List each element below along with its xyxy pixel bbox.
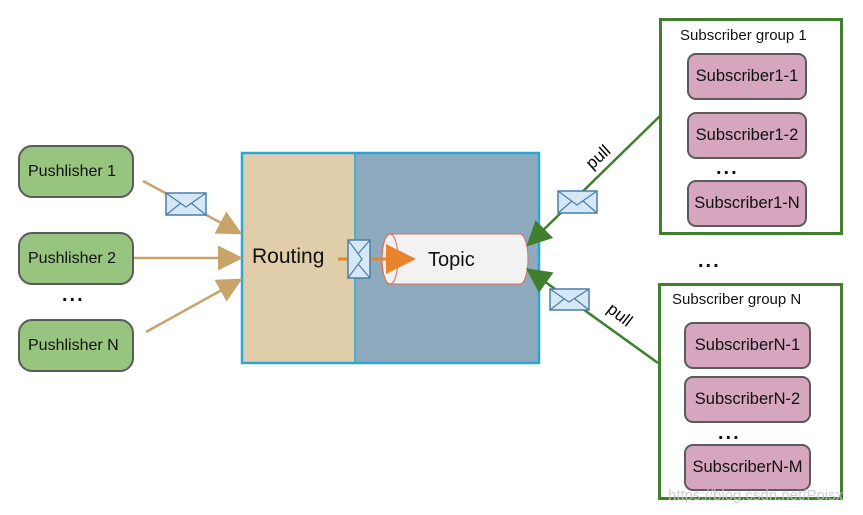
pull-label-1: pull	[582, 141, 614, 173]
subscriber-group-title: Subscriber group N	[672, 291, 802, 308]
routing-label: Routing	[252, 245, 325, 268]
publisher-1: Pushlisher 1	[18, 145, 134, 198]
watermark: https://blog.csdn.net/Poisx	[668, 487, 844, 504]
envelope-icon	[347, 239, 371, 279]
subscriber: SubscriberN-2	[684, 376, 811, 423]
publishers-ellipsis: ...	[62, 284, 85, 306]
subscriber: SubscriberN-1	[684, 322, 811, 369]
envelope-icon	[557, 190, 598, 214]
publisher-n: Pushlisher N	[18, 319, 134, 372]
pull-line-1	[526, 114, 662, 247]
pull-line-n	[525, 268, 659, 365]
subscriber-group-title: Subscriber group 1	[680, 27, 807, 44]
push-arrow-n	[145, 278, 243, 334]
topic-label: Topic	[428, 249, 475, 271]
diagram: pull pull Pushlisher 1 Pushlisher 2 ... …	[0, 0, 863, 515]
pull-label-n: pull	[604, 299, 637, 330]
subscriber: Subscriber1-1	[687, 53, 807, 100]
subscriber: Subscriber1-2	[687, 112, 807, 159]
envelope-icon	[165, 192, 207, 216]
subscribers-ellipsis: ...	[716, 157, 739, 179]
subscriber: SubscriberN-M	[684, 444, 811, 491]
publisher-2: Pushlisher 2	[18, 232, 134, 285]
envelope-icon	[549, 288, 590, 311]
subscriber: Subscriber1-N	[687, 180, 807, 227]
subscribers-ellipsis: ...	[718, 422, 741, 444]
groups-ellipsis: ...	[698, 250, 721, 272]
